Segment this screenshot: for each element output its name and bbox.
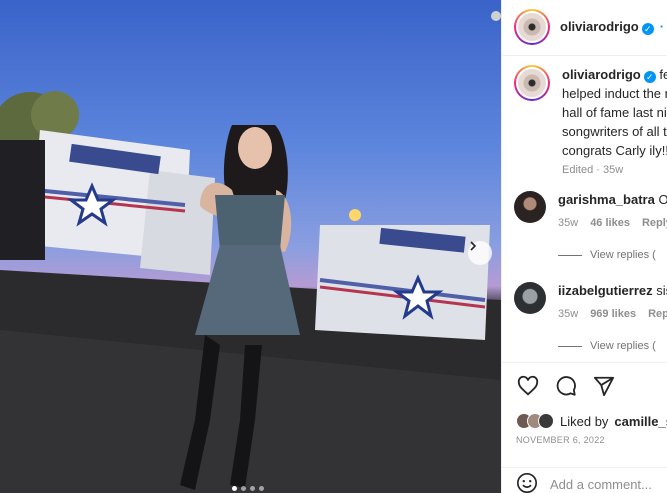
caption-meta: Edited · 35w	[562, 164, 624, 176]
post-caption: oliviarodrigo✓ fee helped induct the n h…	[514, 65, 667, 176]
caption-avatar[interactable]	[514, 65, 550, 101]
comment-meta: 35w 46 likes Reply	[558, 217, 667, 229]
verified-badge-icon: ✓	[641, 23, 654, 35]
comment-text: iizabelgutierrez sis	[558, 282, 667, 300]
like-button[interactable]	[516, 375, 540, 399]
comment-likes[interactable]: 46 likes	[590, 217, 630, 229]
comment-age: 35w	[558, 308, 579, 320]
caption-line: helped induct the n	[562, 86, 667, 101]
view-replies-button[interactable]: View replies (	[558, 249, 656, 261]
post-header: oliviarodrigo✓· F	[514, 9, 667, 45]
comment-meta: 35w 969 likes Reply	[558, 308, 667, 320]
caption-line: fee	[659, 67, 667, 82]
comment-body: sis	[656, 283, 667, 298]
view-replies-button[interactable]: View replies (	[558, 340, 656, 352]
commenter-avatar[interactable]	[514, 191, 546, 223]
action-icons	[516, 375, 616, 399]
view-replies-label: View replies (	[590, 340, 656, 352]
liked-by-prefix: Liked by	[560, 413, 609, 429]
liker-avatars[interactable]	[516, 413, 554, 429]
pagination-dot	[232, 486, 237, 491]
caption-line: hall of fame last nig	[562, 105, 667, 120]
post-date: NOVEMBER 6, 2022	[516, 435, 605, 445]
heart-icon	[517, 375, 539, 400]
comment-bubble-icon	[555, 376, 577, 400]
comment-reply-button[interactable]: Reply	[642, 217, 667, 229]
author-username[interactable]: oliviarodrigo	[560, 19, 639, 34]
commenter-username[interactable]: garishma_batra	[558, 192, 655, 207]
add-comment-input[interactable]	[550, 476, 660, 492]
replies-line	[558, 345, 582, 347]
pagination-dot	[250, 486, 255, 491]
caption-username[interactable]: oliviarodrigo	[562, 67, 641, 82]
pagination-dot	[241, 486, 246, 491]
photo-pagination-dots	[232, 486, 264, 491]
commenter-avatar[interactable]	[514, 282, 546, 314]
comment-body: Oli	[658, 192, 667, 207]
share-button[interactable]	[592, 375, 616, 399]
caption-text: oliviarodrigo✓ fee helped induct the n h…	[562, 65, 667, 160]
post-detail-panel: oliviarodrigo✓· F oliviarodrigo✓ fee hel…	[501, 0, 667, 493]
liked-by: Liked by camille_s	[516, 413, 667, 429]
next-photo-button[interactable]	[468, 241, 492, 265]
view-replies-label: View replies (	[590, 249, 656, 261]
add-comment-bar	[502, 467, 667, 493]
comment-item: iizabelgutierrez sis 35w 969 likes Reply	[514, 282, 667, 320]
paper-plane-icon	[593, 376, 615, 400]
comment-reply-button[interactable]: Reply	[648, 308, 667, 320]
caption-line: congrats Carly ily!!!	[562, 143, 667, 158]
pagination-dot	[259, 486, 264, 491]
commenter-username[interactable]: iizabelgutierrez	[558, 283, 653, 298]
post-actions: Liked by camille_s NOVEMBER 6, 2022	[502, 362, 667, 493]
post-photo[interactable]	[0, 0, 501, 493]
emoji-smile-icon[interactable]	[516, 472, 538, 493]
photo-corner-indicator	[491, 11, 501, 21]
header-divider	[502, 55, 667, 56]
caption-line: songwriters of all ti	[562, 124, 667, 139]
comment-age: 35w	[558, 217, 579, 229]
photo-scene	[0, 91, 501, 493]
follow-button[interactable]: ·	[660, 19, 664, 34]
comment-item: garishma_batra Oli 35w 46 likes Reply	[514, 191, 667, 229]
liked-by-user[interactable]: camille_s	[614, 414, 667, 429]
left-trailer	[0, 130, 215, 275]
right-trailer	[315, 209, 490, 340]
comment-button[interactable]	[554, 375, 578, 399]
author-avatar[interactable]	[514, 9, 550, 45]
comment-likes[interactable]: 969 likes	[590, 308, 636, 320]
verified-badge-icon: ✓	[643, 71, 656, 83]
replies-line	[558, 254, 582, 256]
comment-text: garishma_batra Oli	[558, 191, 667, 209]
